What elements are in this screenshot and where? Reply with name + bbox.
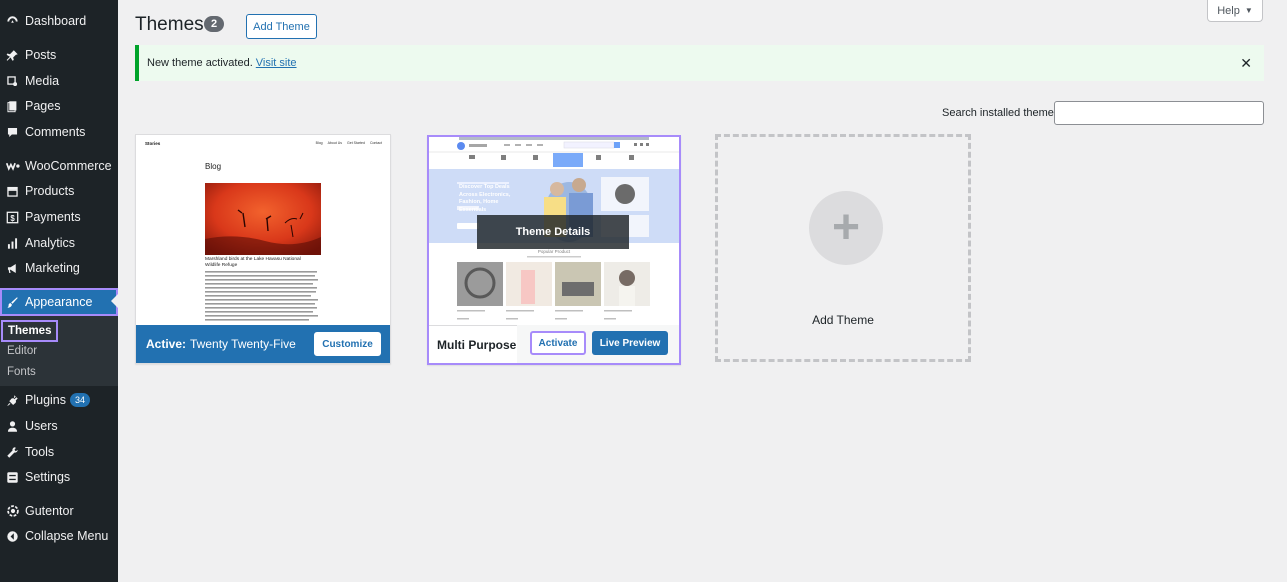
sidebar-item-tools[interactable]: Tools	[0, 439, 118, 465]
theme-card-active[interactable]: Stories Blog About Us Get Started Contac…	[135, 134, 391, 364]
sidebar-item-label: Appearance	[25, 295, 93, 309]
bar-chart-icon	[0, 237, 25, 250]
sidebar-item-label: Plugins	[25, 393, 66, 407]
sidebar-item-appearance[interactable]: Appearance	[0, 288, 118, 316]
megaphone-icon	[0, 262, 25, 275]
pin-icon	[0, 49, 25, 62]
sidebar-item-products[interactable]: Products	[0, 178, 118, 204]
sidebar-item-dashboard[interactable]: Dashboard	[0, 8, 118, 34]
preview-nav: Blog About Us Get Started Contact	[316, 141, 382, 145]
sidebar-item-label: WooCommerce	[25, 159, 112, 173]
sidebar-item-plugins[interactable]: Plugins 34	[0, 387, 118, 413]
add-new-theme-card[interactable]: + Add Theme	[715, 134, 971, 362]
pages-icon	[0, 100, 25, 113]
theme-details-button[interactable]: Theme Details	[477, 215, 629, 249]
theme-card-multi-purpose[interactable]: Popular Product Discover Top Deals Acros…	[427, 135, 681, 365]
sidebar-item-gutentor[interactable]: Gutentor	[0, 498, 118, 524]
sidebar-item-posts[interactable]: Posts	[0, 42, 118, 68]
preview-nav-item: About Us	[327, 141, 343, 145]
customize-button[interactable]: Customize	[314, 332, 381, 356]
add-new-theme-label: Add Theme	[812, 313, 874, 327]
sidebar-item-label: Pages	[25, 99, 61, 113]
sidebar-item-woocommerce[interactable]: WooCommerce	[0, 153, 118, 179]
sidebar-item-label: Dashboard	[25, 14, 87, 28]
active-theme-name: Twenty Twenty-Five	[190, 337, 296, 351]
archive-icon	[0, 185, 25, 198]
sidebar-item-label: Tools	[25, 445, 55, 459]
preview-caption: Marshland birds at the Lake Havasu Natio…	[205, 257, 301, 268]
sidebar-item-label: Users	[25, 419, 58, 433]
collapse-icon	[0, 530, 25, 543]
theme-screenshot: Stories Blog About Us Get Started Contac…	[136, 135, 390, 325]
media-icon	[0, 75, 25, 88]
woo-icon	[0, 161, 25, 171]
preview-heading: Blog	[205, 162, 222, 171]
theme-count-badge: 2	[204, 16, 225, 32]
sidebar-item-label: Posts	[25, 48, 57, 62]
sidebar-item-label: Collapse Menu	[25, 529, 109, 543]
preview-nav-item: Get Started	[347, 141, 365, 145]
submenu-item-editor[interactable]: Editor	[7, 345, 37, 357]
preview-nav-item: Blog	[315, 141, 323, 145]
live-preview-button[interactable]: Live Preview	[592, 331, 668, 355]
plus-icon: +	[809, 191, 883, 265]
page-title: Themes	[135, 14, 204, 35]
sidebar-item-label: Comments	[25, 125, 86, 139]
dashboard-icon	[0, 15, 25, 28]
admin-sidebar: Dashboard Posts Media Pages Comments Woo…	[0, 0, 118, 582]
preview-text-lines	[205, 271, 318, 321]
user-icon	[0, 420, 25, 433]
brush-icon	[0, 296, 25, 309]
sidebar-item-label: Settings	[25, 470, 71, 484]
submenu-item-themes[interactable]: Themes	[1, 320, 59, 342]
sidebar-item-media[interactable]: Media	[0, 68, 118, 94]
gutentor-icon	[0, 504, 25, 518]
notice-text: New theme activated.	[147, 57, 253, 69]
collapse-menu-button[interactable]: Collapse Menu	[0, 523, 118, 549]
activate-button[interactable]: Activate	[530, 331, 586, 355]
theme-actions: Activate Live Preview	[517, 325, 679, 363]
help-label: Help	[1217, 4, 1240, 17]
sidebar-item-users[interactable]: Users	[0, 413, 118, 439]
search-input[interactable]	[1054, 101, 1264, 125]
search-label: Search installed themes	[942, 107, 1060, 119]
sidebar-item-settings[interactable]: Settings	[0, 464, 118, 490]
sidebar-item-pages[interactable]: Pages	[0, 93, 118, 119]
sidebar-item-label: Gutentor	[25, 504, 74, 518]
sidebar-item-analytics[interactable]: Analytics	[0, 230, 118, 256]
appearance-submenu: Themes Editor Fonts	[0, 316, 118, 386]
submenu-item-fonts[interactable]: Fonts	[7, 366, 36, 378]
wrench-icon	[0, 446, 25, 459]
plug-icon	[0, 394, 25, 407]
comment-icon	[0, 126, 25, 139]
sidebar-item-label: Analytics	[25, 236, 76, 250]
sidebar-item-comments[interactable]: Comments	[0, 119, 118, 145]
visit-site-link[interactable]: Visit site	[256, 57, 297, 69]
add-theme-button[interactable]: Add Theme	[246, 14, 317, 39]
active-theme-bar: Active: Twenty Twenty-Five Customize	[136, 325, 390, 363]
preview-sunset-image	[205, 183, 321, 255]
sidebar-item-label: Marketing	[25, 261, 80, 275]
dollar-icon: $	[0, 211, 25, 224]
chevron-down-icon: ▼	[1244, 6, 1253, 15]
sidebar-item-payments[interactable]: $ Payments	[0, 204, 118, 230]
sidebar-item-label: Products	[25, 184, 75, 198]
sidebar-item-marketing[interactable]: Marketing	[0, 255, 118, 281]
preview-nav-item: Contact	[369, 141, 382, 145]
theme-screenshot: Popular Product Discover Top Deals Acros…	[429, 137, 679, 325]
sidebar-item-label: Media	[25, 74, 60, 88]
help-tab-button[interactable]: Help ▼	[1207, 0, 1263, 22]
active-prefix: Active:	[146, 337, 187, 351]
svg-text:$: $	[10, 213, 15, 222]
preview-site-title: Stories	[145, 141, 161, 146]
sidebar-item-label: Payments	[25, 210, 81, 224]
success-notice: New theme activated. Visit site ✕	[135, 45, 1264, 81]
settings-icon	[0, 471, 25, 484]
close-icon[interactable]: ✕	[1240, 55, 1252, 72]
plugins-update-badge: 34	[70, 393, 91, 407]
